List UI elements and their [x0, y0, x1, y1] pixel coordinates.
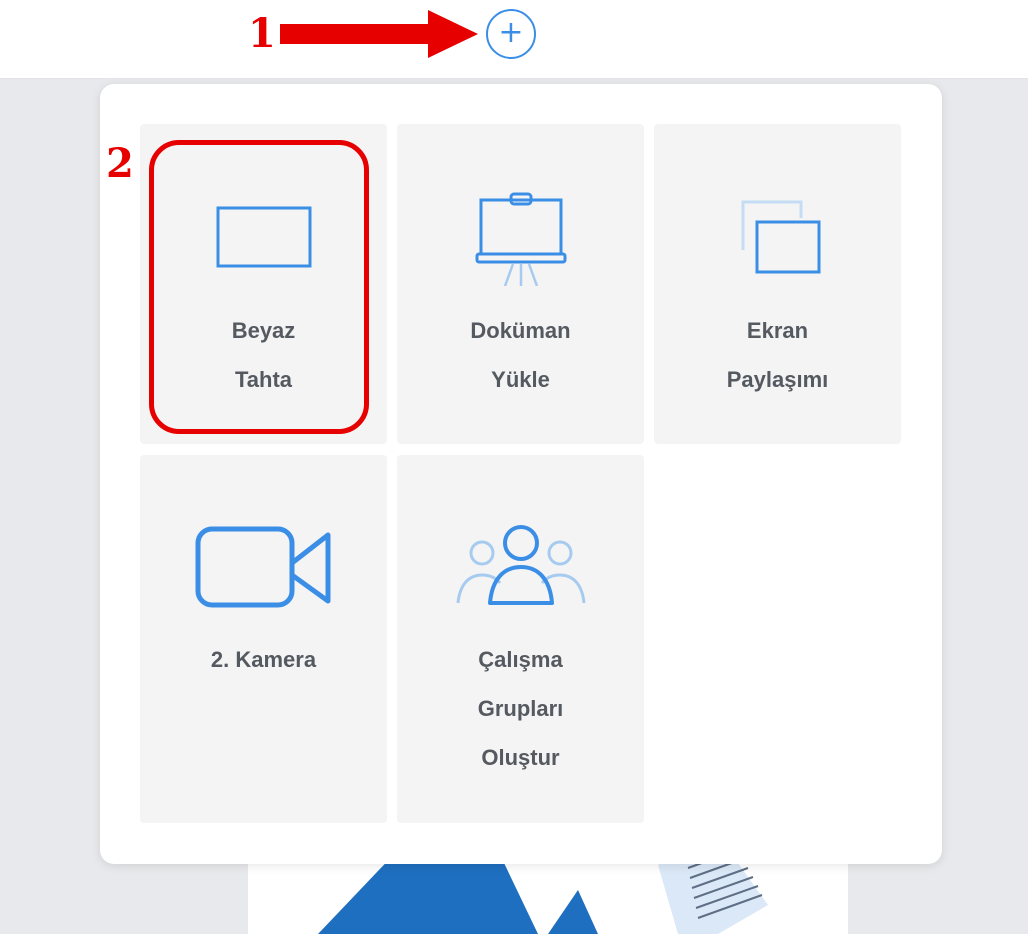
menu-item-screen-share[interactable]: Ekran Paylaşımı	[654, 124, 901, 444]
add-menu-popup: Beyaz Tahta Doküman Yükle Ekran Paylaşım…	[100, 84, 942, 864]
menu-item-label: Doküman Yükle	[470, 318, 571, 392]
menu-item-label: Beyaz Tahta	[231, 318, 296, 392]
presentation-board-icon	[397, 190, 644, 286]
menu-item-whiteboard[interactable]: Beyaz Tahta	[140, 124, 387, 444]
step-1-label: 1	[248, 10, 276, 57]
menu-item-upload-document[interactable]: Doküman Yükle	[397, 124, 644, 444]
plus-circle-icon: +	[498, 14, 524, 50]
add-button[interactable]: +	[486, 9, 536, 59]
menu-item-label: 2. Kamera	[210, 647, 317, 672]
menu-item-label: Ekran Paylaşımı	[726, 318, 829, 392]
step-2-label: 2	[106, 140, 134, 187]
video-camera-icon	[140, 525, 387, 611]
menu-item-label: Çalışma Grupları Oluştur	[477, 647, 564, 770]
whiteboard-icon	[140, 204, 387, 270]
screen-share-icon	[654, 198, 901, 278]
menu-item-second-camera[interactable]: 2. Kamera	[140, 455, 387, 823]
menu-item-create-groups[interactable]: Çalışma Grupları Oluştur	[397, 455, 644, 823]
group-users-icon	[397, 523, 644, 607]
annotation-arrow-icon	[280, 10, 478, 58]
